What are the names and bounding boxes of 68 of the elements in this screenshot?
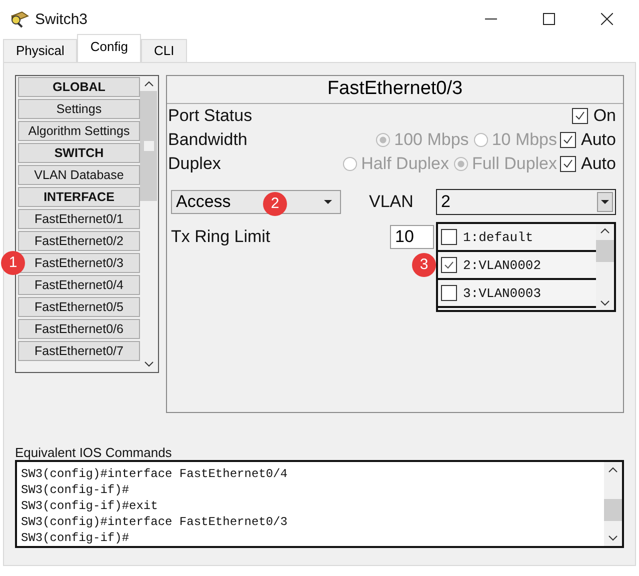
sidebar-item[interactable]: Settings: [18, 99, 140, 119]
scroll-up-icon[interactable]: [144, 81, 154, 87]
caret-icon: [324, 200, 332, 204]
field-label: Tx Ring Limit: [171, 227, 270, 247]
scroll-down-icon[interactable]: [608, 535, 618, 541]
maximize-icon[interactable]: [543, 13, 555, 25]
sidebar-item[interactable]: FastEthernet0/1: [18, 209, 140, 229]
scroll-thumb[interactable]: [140, 91, 157, 201]
field-label: Bandwidth: [168, 130, 248, 150]
scroll-down-icon[interactable]: [144, 361, 154, 367]
checkbox[interactable]: [441, 229, 457, 245]
radio-label: 100 Mbps: [394, 130, 469, 150]
tab[interactable]: Config: [77, 34, 141, 62]
sidebar-item[interactable]: FastEthernet0/4: [18, 275, 140, 295]
scroll-thumb[interactable]: [596, 240, 614, 262]
checkbox-label: Auto: [581, 154, 616, 174]
section-label: Equivalent IOS Commands: [15, 445, 173, 460]
annotation-badge: 1: [1, 251, 25, 275]
sidebar-item[interactable]: FastEthernet0/3: [18, 253, 140, 273]
radio-label: 10 Mbps: [492, 130, 558, 150]
sidebar-item[interactable]: Algorithm Settings: [18, 121, 140, 141]
scroll-up-icon[interactable]: [608, 467, 618, 473]
panel-title: FastEthernet0/3: [167, 76, 623, 104]
sidebar-header[interactable]: INTERFACE: [18, 187, 140, 207]
command-line: SW3(config-if)#: [21, 530, 130, 546]
checkbox[interactable]: [441, 257, 457, 273]
switch-icon: [9, 9, 29, 29]
field-label: Port Status: [168, 106, 252, 126]
checkbox-label: Auto: [581, 130, 616, 150]
check-icon: [562, 134, 574, 146]
command-line: SW3(config-if)#exit: [21, 498, 159, 514]
vlan-option[interactable]: 3:VLAN0003: [438, 280, 596, 308]
check-icon: [562, 158, 574, 170]
scroll-down-icon[interactable]: [600, 300, 610, 306]
sidebar-item[interactable]: FastEthernet0/6: [18, 319, 140, 339]
command-line: SW3(config-if)#: [21, 482, 130, 498]
sidebar-item[interactable]: FastEthernet0/5: [18, 297, 140, 317]
command-line: SW3(config)#interface FastEthernet0/4: [21, 466, 288, 482]
close-icon[interactable]: [601, 13, 613, 25]
field-label: VLAN: [369, 192, 414, 212]
dropdown-button[interactable]: [597, 192, 613, 212]
scrollbar[interactable]: [604, 462, 622, 546]
check-icon: [443, 259, 455, 271]
checkbox-label: On: [593, 106, 616, 126]
scroll-up-icon[interactable]: [600, 228, 610, 234]
checkbox[interactable]: [572, 108, 588, 124]
window-title: Switch3: [35, 10, 88, 28]
check-icon: [574, 110, 586, 122]
scrollbar[interactable]: [596, 224, 614, 310]
scroll-thumb[interactable]: [604, 499, 622, 521]
vlan-dropdown[interactable]: 2: [436, 189, 616, 215]
vlan-option[interactable]: 2:VLAN0002: [438, 252, 596, 280]
sidebar-item[interactable]: FastEthernet0/2: [18, 231, 140, 251]
annotation-badge: 3: [412, 253, 436, 277]
sidebar-header[interactable]: SWITCH: [18, 143, 140, 163]
sidebar-item[interactable]: VLAN Database: [18, 165, 140, 185]
tab[interactable]: CLI: [141, 39, 188, 62]
caret-icon: [601, 200, 609, 204]
radio-label: Full Duplex: [472, 154, 558, 174]
command-line: SW3(config)#interface FastEthernet0/3: [21, 514, 288, 530]
input-field[interactable]: 10: [390, 225, 434, 249]
sidebar-header[interactable]: GLOBAL: [18, 77, 140, 97]
vlan-option[interactable]: 1:default: [438, 224, 596, 252]
sidebar-item[interactable]: FastEthernet0/7: [18, 341, 140, 361]
tab[interactable]: Physical: [3, 39, 78, 62]
checkbox[interactable]: [441, 285, 457, 301]
field-label: Duplex: [168, 154, 221, 174]
radio-label: Half Duplex: [361, 154, 449, 174]
